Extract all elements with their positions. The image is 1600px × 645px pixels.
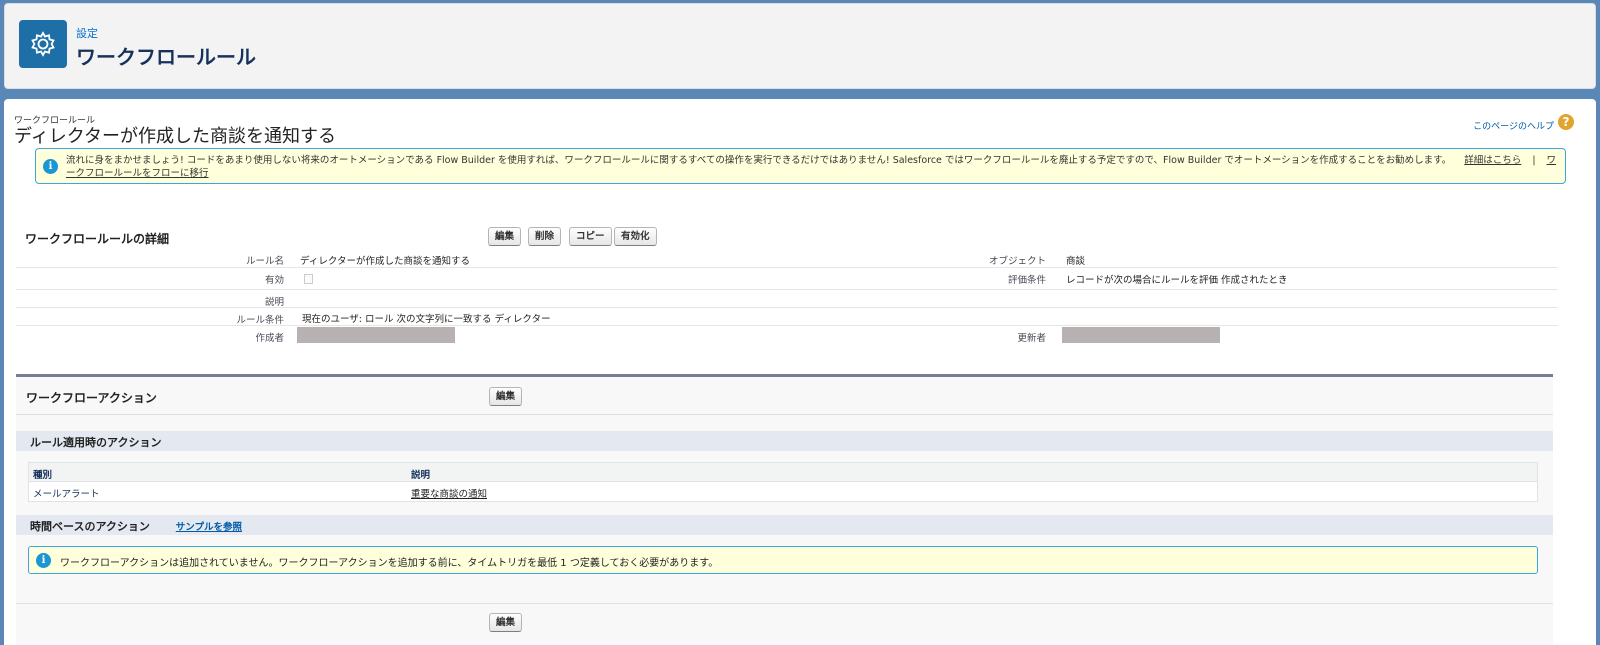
workflow-actions-panel: ワークフローアクション 編集 ルール適用時のアクション 種別 説明 メールアラー…	[16, 374, 1553, 645]
flow-builder-notice: i 流れに身をまかせましょう! コードをあまり使用しない将来のオートメーションで…	[35, 148, 1566, 184]
bottom-edit-button[interactable]: 編集	[489, 613, 523, 632]
details-link[interactable]: 詳細はこちら	[1464, 155, 1521, 166]
setup-gear-icon	[19, 20, 67, 68]
workflow-actions-heading: ワークフローアクション	[26, 391, 157, 405]
help-for-page-link[interactable]: このページのヘルプ	[1473, 119, 1554, 132]
see-sample-link[interactable]: サンプルを参照	[176, 522, 242, 533]
object-value: 商談	[1066, 256, 1086, 267]
activate-button[interactable]: 有効化	[614, 227, 657, 246]
header-title: ワークフロールール	[76, 45, 256, 69]
created-by-label: 作成者	[255, 333, 284, 344]
breadcrumb-setup[interactable]: 設定	[76, 25, 98, 41]
modified-by-redacted	[1062, 327, 1220, 343]
time-trigger-info-box: i ワークフローアクションは追加されていません。ワークフローアクションを追加する…	[28, 546, 1538, 574]
info-icon: i	[43, 159, 58, 174]
detail-row-active: 有効 評価条件 レコードが次の場合にルールを評価 作成されたとき	[16, 268, 1558, 290]
time-based-actions-heading: 時間ベースのアクション	[30, 520, 150, 533]
time-trigger-info-text: ワークフローアクションは追加されていません。ワークフローアクションを追加する前に…	[60, 558, 719, 569]
created-by-redacted	[297, 327, 455, 343]
rule-name-label: ルール名	[245, 256, 284, 267]
copy-button[interactable]: コピー	[569, 227, 612, 246]
setup-header: 設定 ワークフロールール	[4, 3, 1596, 89]
rule-criteria-label: ルール条件	[236, 315, 284, 326]
column-header-description: 説明	[411, 470, 431, 481]
page-title: ディレクターが作成した商談を通知する	[14, 126, 337, 147]
help-icon[interactable]: ?	[1558, 114, 1574, 130]
divider	[16, 603, 1553, 604]
column-header-type: 種別	[33, 470, 53, 481]
table-header-row: 種別 説明	[29, 463, 1537, 482]
detail-row-criteria: ルール条件 現在のユーザ: ロール 次の文字列に一致する ディレクター	[16, 308, 1558, 326]
rule-detail-heading: ワークフロールールの詳細	[25, 232, 170, 246]
divider	[16, 414, 1553, 415]
edit-button[interactable]: 編集	[488, 227, 522, 246]
time-based-actions-bar: 時間ベースのアクション サンプルを参照	[16, 515, 1553, 535]
detail-row-created-by: 作成者 更新者	[16, 326, 1558, 345]
eval-criteria-value: レコードが次の場合にルールを評価 作成されたとき	[1066, 275, 1288, 286]
info-icon: i	[36, 553, 51, 568]
rule-name-value: ディレクターが作成した商談を通知する	[300, 256, 470, 267]
immediate-actions-heading: ルール適用時のアクション	[16, 431, 1553, 451]
workflow-actions-edit-button[interactable]: 編集	[489, 387, 523, 406]
immediate-actions-table: 種別 説明 メールアラート 重要な商談の通知	[28, 462, 1538, 502]
notice-text: 流れに身をまかせましょう! コードをあまり使用しない将来のオートメーションである…	[66, 155, 1452, 166]
active-label: 有効	[264, 275, 284, 286]
eval-criteria-label: 評価条件	[1007, 275, 1046, 286]
notice-separator: |	[1532, 155, 1536, 166]
action-description-link[interactable]: 重要な商談の通知	[411, 486, 487, 500]
table-row: メールアラート 重要な商談の通知	[29, 482, 1537, 502]
description-label: 説明	[264, 297, 284, 308]
delete-button[interactable]: 削除	[528, 227, 562, 246]
main-content: ワークフロールール ディレクターが作成した商談を通知する このページのヘルプ ?…	[4, 99, 1596, 645]
action-type-cell: メールアラート	[33, 489, 100, 500]
rule-criteria-value: 現在のユーザ: ロール 次の文字列に一致する ディレクター	[302, 314, 551, 325]
active-checkbox	[304, 274, 313, 284]
detail-row-description: 説明	[16, 290, 1558, 308]
modified-by-label: 更新者	[1017, 333, 1046, 344]
object-label: オブジェクト	[988, 256, 1046, 267]
detail-row-rule-name: ルール名 ディレクターが作成した商談を通知する オブジェクト 商談	[16, 249, 1558, 268]
